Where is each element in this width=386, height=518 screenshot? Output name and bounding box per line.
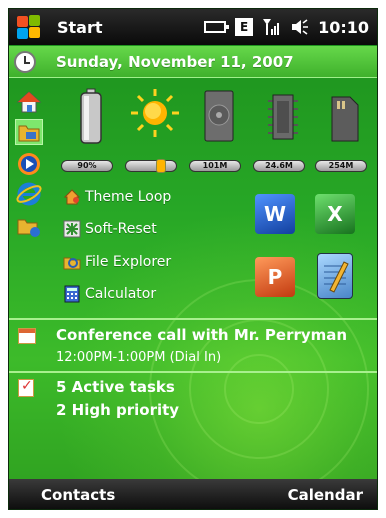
powerpoint-glyph: P (267, 265, 283, 289)
contacts-softkey[interactable]: Contacts (41, 486, 115, 504)
launcher-column (9, 79, 53, 319)
folder-icon[interactable] (15, 119, 43, 145)
home-icon[interactable] (15, 89, 43, 115)
brightness-gauge[interactable] (125, 87, 185, 187)
brightness-icon (131, 89, 179, 137)
memory-chip-icon (268, 94, 298, 140)
speaker-icon[interactable] (291, 18, 309, 36)
clock-icon (14, 50, 36, 73)
clock-time[interactable]: 10:10 (318, 18, 369, 37)
shortcut-file-explorer[interactable]: File Explorer (63, 249, 171, 275)
active-tasks-count: 5 Active tasks (56, 378, 175, 396)
shortcut-label: Soft-Reset (85, 221, 157, 237)
status-icons: E 10:10 (204, 18, 369, 37)
storage-card-gauge[interactable]: 254M (315, 87, 375, 187)
notes-icon[interactable] (317, 253, 353, 299)
appointment-title: Conference call with Mr. Perryman (56, 326, 348, 344)
date-text: Sunday, November 11, 2007 (56, 52, 294, 71)
title-bar: Start E 10:10 (9, 9, 377, 45)
excel-glyph: X (327, 202, 343, 226)
high-priority-count: 2 High priority (56, 401, 180, 419)
folder-sync-icon[interactable] (15, 213, 43, 239)
file-explorer-icon (63, 253, 81, 271)
battery-gauge[interactable]: 90% (61, 87, 121, 187)
battery-level-badge: 90% (61, 160, 113, 172)
battery-gauge-icon (80, 88, 102, 144)
battery-icon[interactable] (204, 21, 230, 33)
appointment-time: 12:00PM-1:00PM (Dial In) (56, 350, 222, 365)
signal-icon[interactable] (262, 18, 282, 36)
date-row[interactable]: Sunday, November 11, 2007 (9, 46, 377, 78)
shortcut-calculator[interactable]: Calculator (63, 281, 156, 307)
tasks-icon (18, 378, 34, 397)
word-icon[interactable]: W (255, 194, 295, 234)
memory-free-badge: 24.6M (253, 160, 305, 172)
media-player-icon[interactable] (15, 151, 43, 177)
sd-card-icon (331, 96, 359, 142)
edge-data-icon[interactable]: E (235, 18, 254, 36)
shortcut-label: Theme Loop (85, 189, 172, 205)
today-screen: Start E 10:10 Sunday, November 11, 2007 (8, 8, 378, 510)
calculator-icon (63, 285, 81, 303)
soft-reset-icon (63, 220, 81, 238)
calendar-softkey[interactable]: Calendar (288, 486, 363, 504)
start-button[interactable]: Start (57, 18, 103, 37)
calendar-icon (18, 328, 36, 344)
windows-flag-icon[interactable] (15, 13, 43, 41)
theme-loop-icon (63, 188, 81, 206)
internet-explorer-icon[interactable] (15, 181, 43, 207)
shortcut-label: Calculator (85, 286, 157, 302)
powerpoint-icon[interactable]: P (255, 257, 295, 297)
shortcut-soft-reset[interactable]: Soft-Reset (63, 216, 157, 242)
shortcut-theme-loop[interactable]: Theme Loop (63, 184, 171, 210)
memory-gauge[interactable]: 24.6M (253, 87, 313, 187)
storage-card-free-badge: 254M (315, 160, 367, 172)
shortcut-label: File Explorer (85, 254, 172, 270)
storage-gauge[interactable]: 101M (189, 87, 249, 187)
excel-icon[interactable]: X (315, 194, 355, 234)
upcoming-appointment[interactable]: Conference call with Mr. Perryman 12:00P… (9, 319, 377, 371)
brightness-slider[interactable] (125, 159, 177, 173)
tasks-summary[interactable]: 5 Active tasks 2 High priority (9, 373, 377, 433)
softkey-bar: Contacts Calendar (9, 479, 377, 509)
storage-free-badge: 101M (189, 160, 241, 172)
storage-icon (204, 90, 234, 142)
word-glyph: W (263, 202, 287, 226)
